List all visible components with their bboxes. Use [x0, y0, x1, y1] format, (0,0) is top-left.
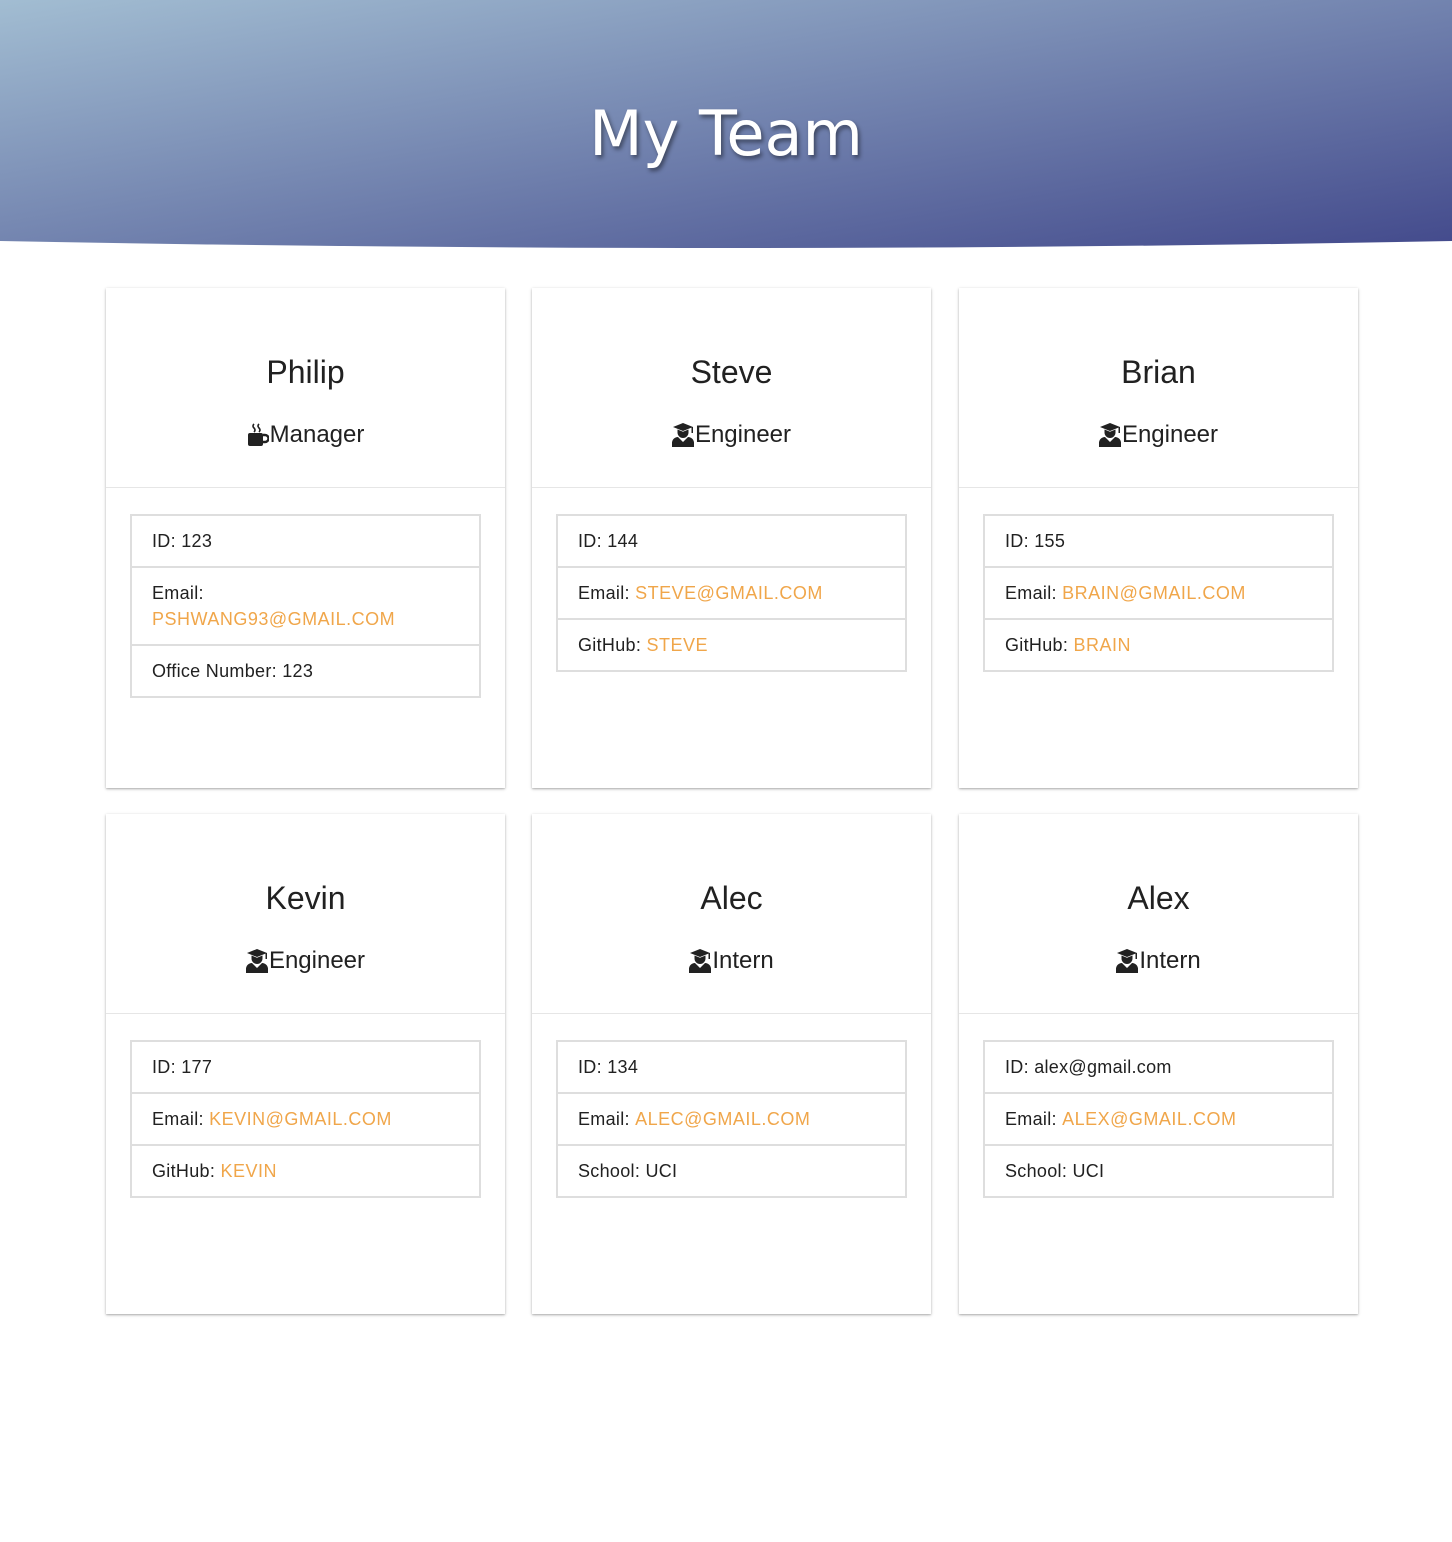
- email-row: Email: alex@gmail.com: [985, 1092, 1332, 1144]
- user-graduate-icon: [1116, 949, 1139, 973]
- email-label: Email:: [1005, 1109, 1057, 1129]
- card-header: Philip Manager: [106, 288, 505, 488]
- id-text: ID: 155: [1005, 531, 1066, 551]
- user-graduate-icon: [245, 949, 268, 973]
- info-list: ID: 155 Email: brain@gmail.com GitHub: b…: [983, 514, 1334, 672]
- role-label: Intern: [1139, 947, 1201, 974]
- github-row: GitHub: brain: [985, 618, 1332, 670]
- id-row: ID: 155: [985, 516, 1332, 566]
- email-row: Email: pshwang93@gmail.com: [132, 566, 479, 644]
- employee-name: Alex: [1127, 880, 1190, 916]
- card-header: Alex Intern: [959, 814, 1358, 1014]
- school-text: School: UCI: [578, 1161, 678, 1181]
- email-link[interactable]: kevin@gmail.com: [209, 1109, 392, 1129]
- github-label: GitHub:: [152, 1161, 216, 1181]
- github-label: GitHub:: [1005, 635, 1069, 655]
- email-row: Email: steve@gmail.com: [558, 566, 905, 618]
- email-link[interactable]: brain@gmail.com: [1062, 583, 1246, 603]
- role-label: Engineer: [1121, 421, 1219, 448]
- employee-card: Brian Engineer ID: 155 Email: b: [959, 288, 1358, 788]
- page-header: My Team: [0, 0, 1452, 250]
- info-list: ID: 134 Email: alec@gmail.com School: UC…: [556, 1040, 907, 1198]
- employee-name: Brian: [1121, 354, 1196, 390]
- employee-name: Alec: [700, 880, 763, 916]
- github-link[interactable]: brain: [1073, 635, 1131, 655]
- email-row: Email: alec@gmail.com: [558, 1092, 905, 1144]
- github-label: GitHub:: [578, 635, 642, 655]
- role-label: Engineer: [268, 947, 366, 974]
- user-graduate-icon: [689, 949, 712, 973]
- email-link[interactable]: pshwang93@gmail.com: [152, 609, 395, 629]
- email-link[interactable]: steve@gmail.com: [635, 583, 823, 603]
- mug-icon: [247, 423, 269, 447]
- employee-card: Alec Intern ID: 134 Email: alec: [532, 814, 931, 1314]
- id-text: ID: alex@gmail.com: [1005, 1057, 1172, 1077]
- employee-card: Steve Engineer ID: 144 Email: s: [532, 288, 931, 788]
- github-link[interactable]: steve: [646, 635, 708, 655]
- employee-role: Intern: [959, 946, 1358, 976]
- email-label: Email:: [578, 1109, 630, 1129]
- employee-name: Steve: [690, 354, 773, 390]
- github-row: GitHub: steve: [558, 618, 905, 670]
- card-header: Steve Engineer: [532, 288, 931, 488]
- info-list: ID: 177 Email: kevin@gmail.com GitHub: k…: [130, 1040, 481, 1198]
- employee-card: Philip Manager ID: 123 Email: p: [106, 288, 505, 788]
- id-text: ID: 123: [152, 531, 213, 551]
- id-row: ID: alex@gmail.com: [985, 1042, 1332, 1092]
- employee-role: Engineer: [532, 420, 931, 450]
- email-label: Email:: [152, 1109, 204, 1129]
- card-header: Alec Intern: [532, 814, 931, 1014]
- id-row: ID: 134: [558, 1042, 905, 1092]
- role-label: Manager: [269, 421, 365, 448]
- user-graduate-icon: [1098, 423, 1121, 447]
- office-number-row: Office Number: 123: [132, 644, 479, 696]
- school-row: School: UCI: [985, 1144, 1332, 1196]
- id-text: ID: 144: [578, 531, 639, 551]
- employee-role: Engineer: [959, 420, 1358, 450]
- email-row: Email: brain@gmail.com: [985, 566, 1332, 618]
- email-row: Email: kevin@gmail.com: [132, 1092, 479, 1144]
- employee-role: Manager: [106, 420, 505, 450]
- employee-role: Intern: [532, 946, 931, 976]
- employee-role: Engineer: [106, 946, 505, 976]
- card-header: Kevin Engineer: [106, 814, 505, 1014]
- role-label: Intern: [712, 947, 774, 974]
- school-text: School: UCI: [1005, 1161, 1105, 1181]
- employee-name: Philip: [266, 354, 345, 390]
- github-row: GitHub: kevin: [132, 1144, 479, 1196]
- id-row: ID: 123: [132, 516, 479, 566]
- github-link[interactable]: kevin: [220, 1161, 277, 1181]
- id-text: ID: 177: [152, 1057, 213, 1077]
- school-row: School: UCI: [558, 1144, 905, 1196]
- employee-card: Kevin Engineer ID: 177 Email: k: [106, 814, 505, 1314]
- info-list: ID: 144 Email: steve@gmail.com GitHub: s…: [556, 514, 907, 672]
- email-label: Email:: [152, 583, 204, 603]
- card-header: Brian Engineer: [959, 288, 1358, 488]
- id-row: ID: 144: [558, 516, 905, 566]
- email-label: Email:: [1005, 583, 1057, 603]
- employee-card: Alex Intern ID: alex@gmail.com Email: AL…: [959, 814, 1358, 1314]
- office-number-text: Office Number: 123: [152, 661, 314, 681]
- user-graduate-icon: [671, 423, 694, 447]
- info-list: ID: 123 Email: pshwang93@gmail.com Offic…: [130, 514, 481, 698]
- id-text: ID: 134: [578, 1057, 639, 1077]
- email-link[interactable]: alex@gmail.com: [1062, 1109, 1236, 1129]
- email-link[interactable]: alec@gmail.com: [635, 1109, 810, 1129]
- page-title: My Team: [589, 97, 863, 170]
- email-label: Email:: [578, 583, 630, 603]
- role-label: Engineer: [694, 421, 792, 448]
- id-row: ID: 177: [132, 1042, 479, 1092]
- info-list: ID: alex@gmail.com Email: alex@gmail.com…: [983, 1040, 1334, 1198]
- employee-name: Kevin: [265, 880, 346, 916]
